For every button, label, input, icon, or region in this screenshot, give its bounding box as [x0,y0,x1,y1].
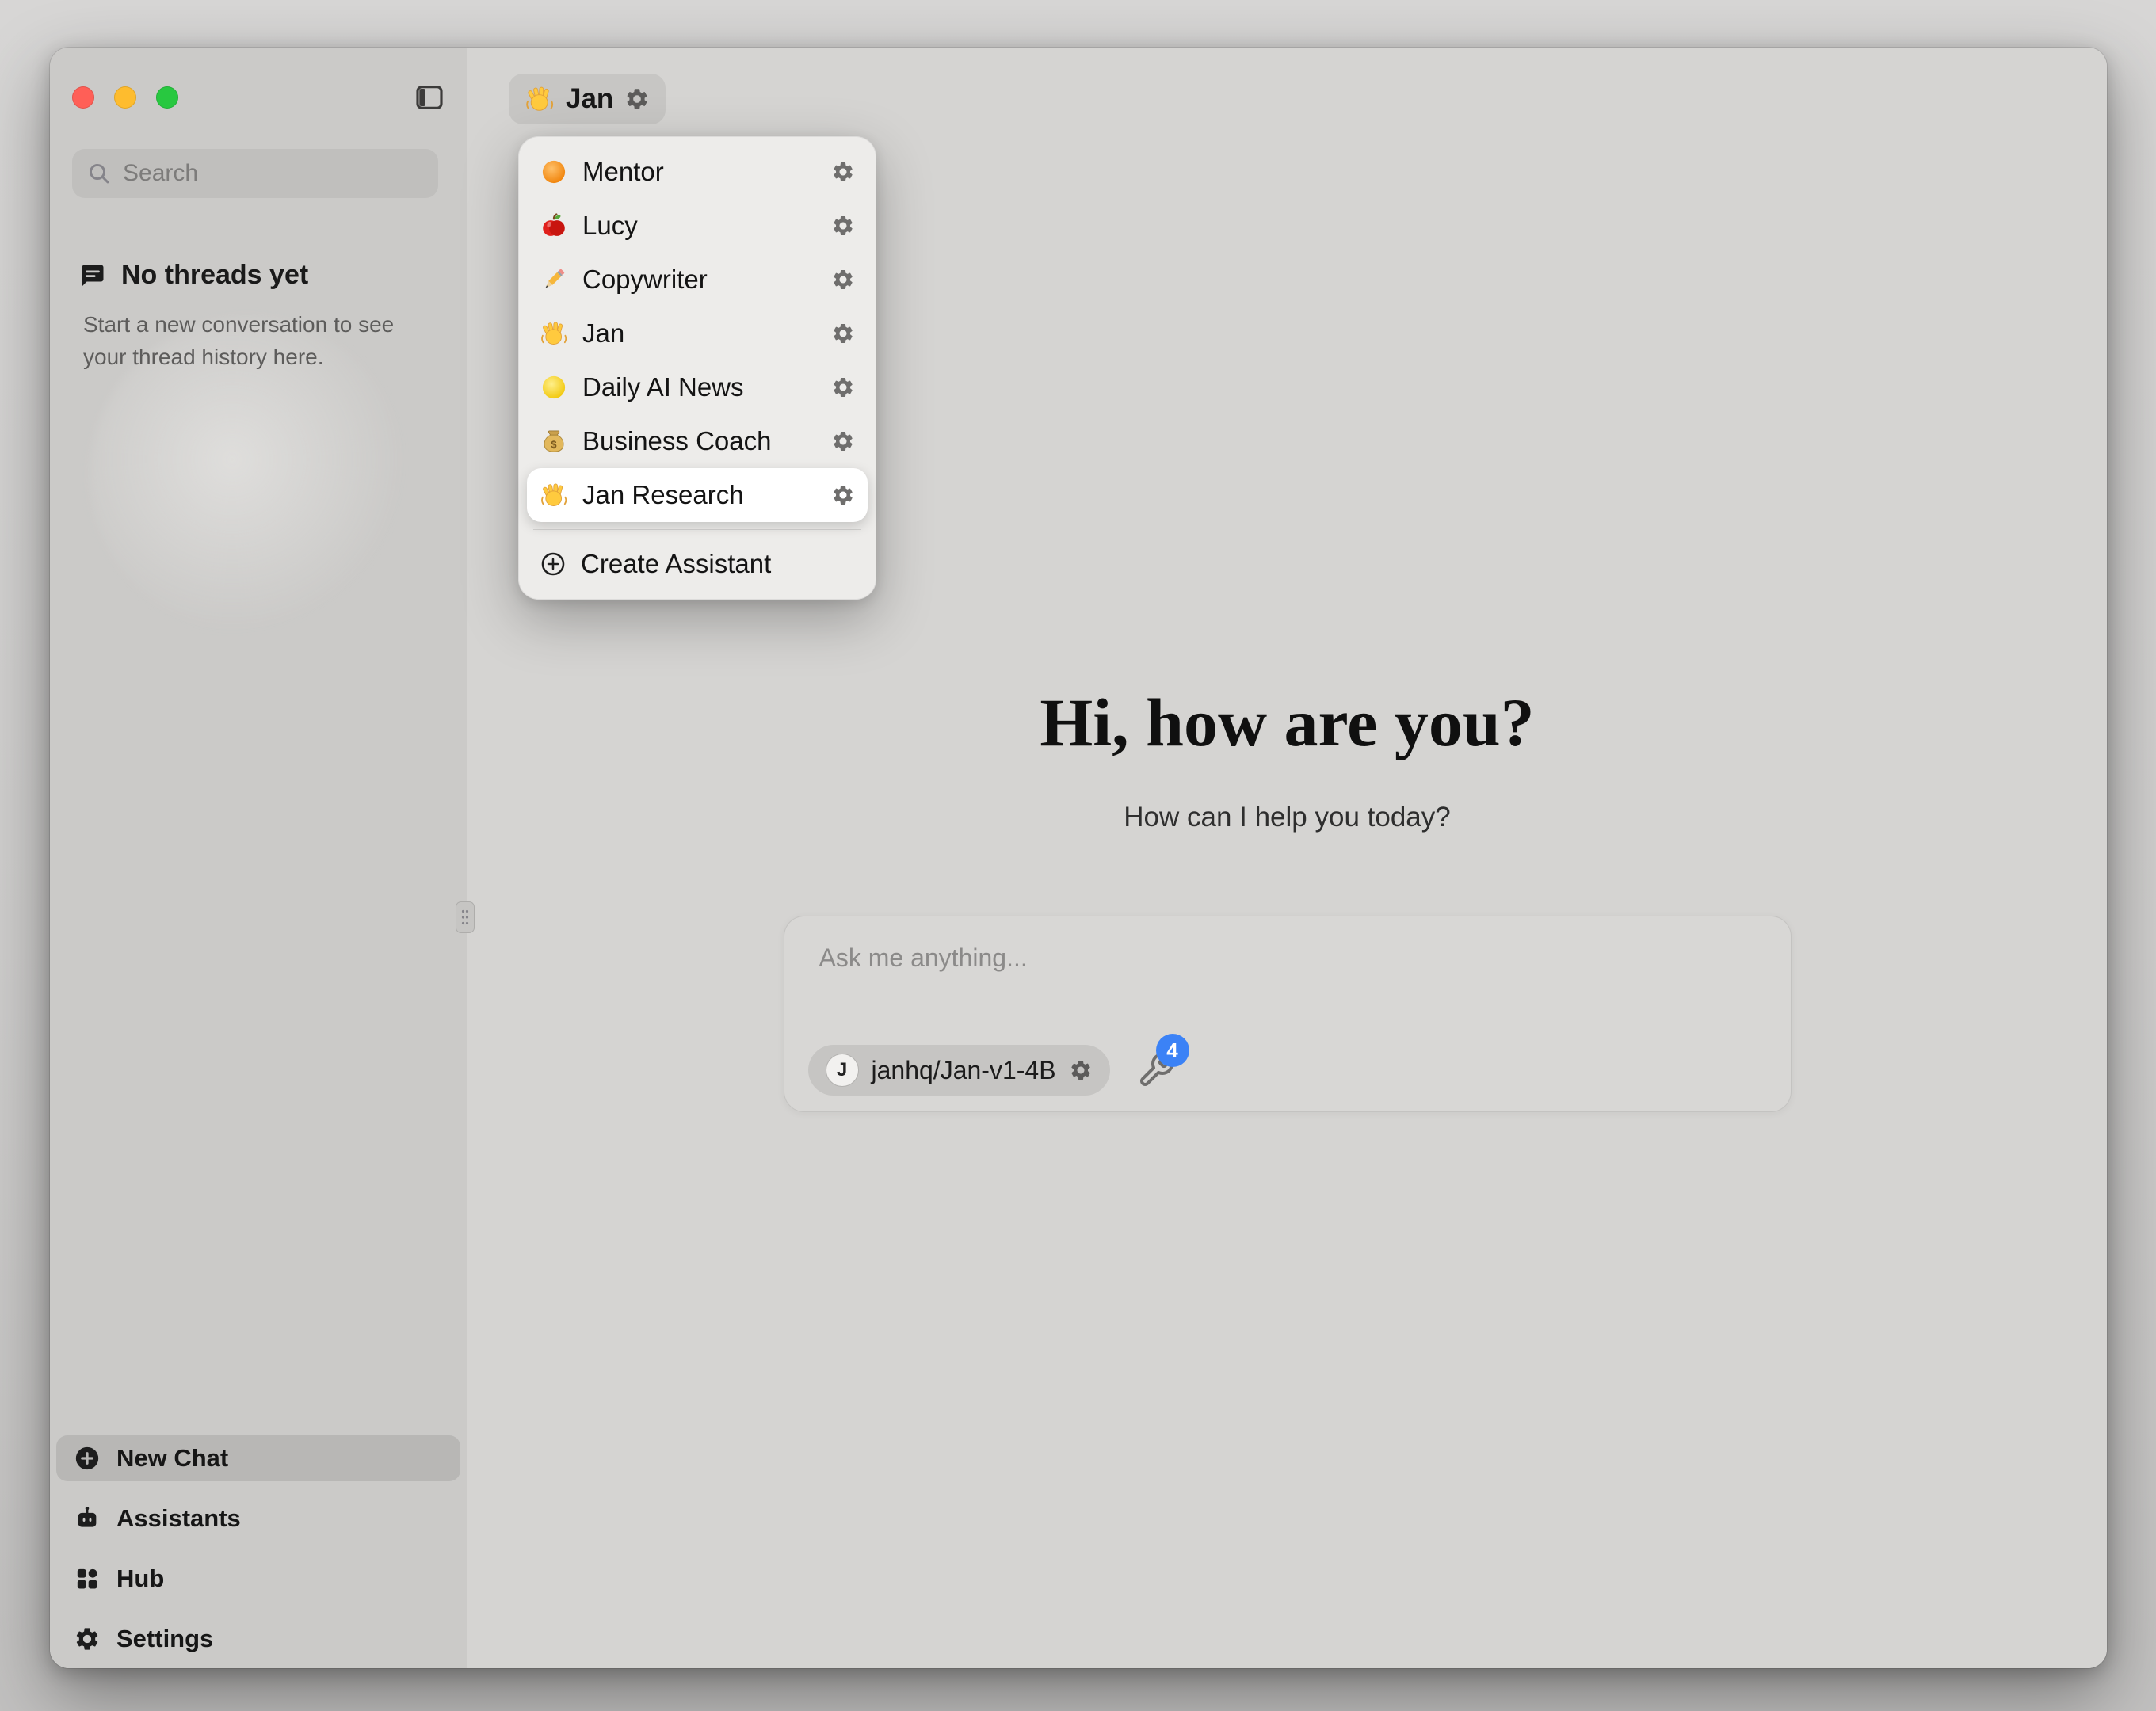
close-button[interactable] [72,86,94,109]
sidebar-item-hub[interactable]: Hub [56,1556,460,1602]
tools-button[interactable]: 4 [1137,1051,1175,1089]
composer-toolbar: J janhq/Jan-v1-4B 4 [808,1045,1175,1096]
create-assistant-item[interactable]: Create Assistant [527,537,868,591]
robot-icon [74,1505,101,1532]
apple-icon [540,211,568,240]
greeting-title: Hi, how are you? [467,683,2107,762]
empty-state-header: No threads yet [78,260,308,291]
menu-item-business-coach[interactable]: $ Business Coach [527,414,868,468]
wave-hand-icon [525,84,555,114]
assistant-name: Jan [566,83,613,115]
plus-circle-icon [74,1445,101,1472]
menu-separator [533,529,861,530]
app-window: No threads yet Start a new conversation … [50,48,2107,1668]
menu-item-label: Business Coach [582,426,817,456]
sidebar-toggle-icon [413,82,446,113]
assistant-selector-button[interactable]: Jan [509,74,666,124]
gear-icon[interactable] [831,268,855,292]
menu-item-label: Lucy [582,211,817,241]
gear-icon[interactable] [624,86,650,112]
pencil-icon [540,265,568,294]
plus-circle-outline-icon [540,551,567,577]
assistant-menu: Mentor Lucy [518,136,876,600]
menu-item-daily-ai-news[interactable]: Daily AI News [527,360,868,414]
gear-icon[interactable] [831,214,855,238]
sidebar-item-label: Settings [116,1625,213,1653]
empty-state-title: No threads yet [121,260,308,291]
minimize-button[interactable] [114,86,136,109]
zoom-button[interactable] [156,86,178,109]
sidebar-item-label: New Chat [116,1444,228,1473]
chat-bubble-icon [78,261,107,290]
search-input[interactable] [123,160,429,187]
menu-item-label: Jan [582,318,817,349]
menu-item-jan[interactable]: Jan [527,307,868,360]
menu-item-label: Mentor [582,157,817,187]
gear-icon[interactable] [1069,1058,1093,1082]
menu-item-mentor[interactable]: Mentor [527,145,868,199]
orange-circle-icon [540,158,568,186]
sidebar-item-assistants[interactable]: Assistants [56,1496,460,1541]
money-bag-icon: $ [540,427,568,455]
greeting-subtitle: How can I help you today? [467,802,2107,833]
model-name: janhq/Jan-v1-4B [872,1056,1056,1085]
menu-item-label: Copywriter [582,265,817,295]
search-icon [86,161,112,186]
gear-icon[interactable] [831,429,855,453]
search-field [72,149,438,198]
gear-icon[interactable] [831,160,855,184]
window-controls [72,86,178,109]
main-area: Jan Mentor [467,48,2107,1668]
sidebar-item-settings[interactable]: Settings [56,1616,460,1662]
menu-item-lucy[interactable]: Lucy [527,199,868,253]
empty-state-description: Start a new conversation to see your thr… [83,309,424,373]
gear-icon[interactable] [831,322,855,345]
sidebar-resize-handle[interactable] [456,901,475,933]
menu-item-label: Daily AI News [582,372,817,402]
yellow-circle-icon [540,373,568,402]
sidebar-item-label: Assistants [116,1504,241,1533]
model-selector-button[interactable]: J janhq/Jan-v1-4B [808,1045,1110,1096]
gear-icon[interactable] [831,483,855,507]
tools-count-badge: 4 [1156,1034,1189,1067]
wave-hand-icon [540,481,568,509]
create-assistant-label: Create Assistant [581,549,771,579]
message-input[interactable] [784,916,1791,996]
model-avatar: J [826,1054,859,1087]
gear-icon[interactable] [831,375,855,399]
menu-item-copywriter[interactable]: Copywriter [527,253,868,307]
grid-icon [74,1565,101,1592]
menu-item-label: Jan Research [582,480,817,510]
drag-dots-icon [460,909,470,926]
wave-hand-icon [540,319,568,348]
sidebar-item-label: Hub [116,1564,164,1593]
svg-text:$: $ [551,438,556,450]
sidebar-toggle-button[interactable] [413,82,446,113]
sidebar: No threads yet Start a new conversation … [50,48,467,1668]
composer: J janhq/Jan-v1-4B 4 [784,916,1792,1112]
menu-item-jan-research[interactable]: Jan Research [527,468,868,522]
desktop-background: No threads yet Start a new conversation … [0,0,2156,1711]
sidebar-item-new-chat[interactable]: New Chat [56,1435,460,1481]
sidebar-nav: New Chat Assistants [56,1435,460,1662]
gear-icon [74,1625,101,1652]
